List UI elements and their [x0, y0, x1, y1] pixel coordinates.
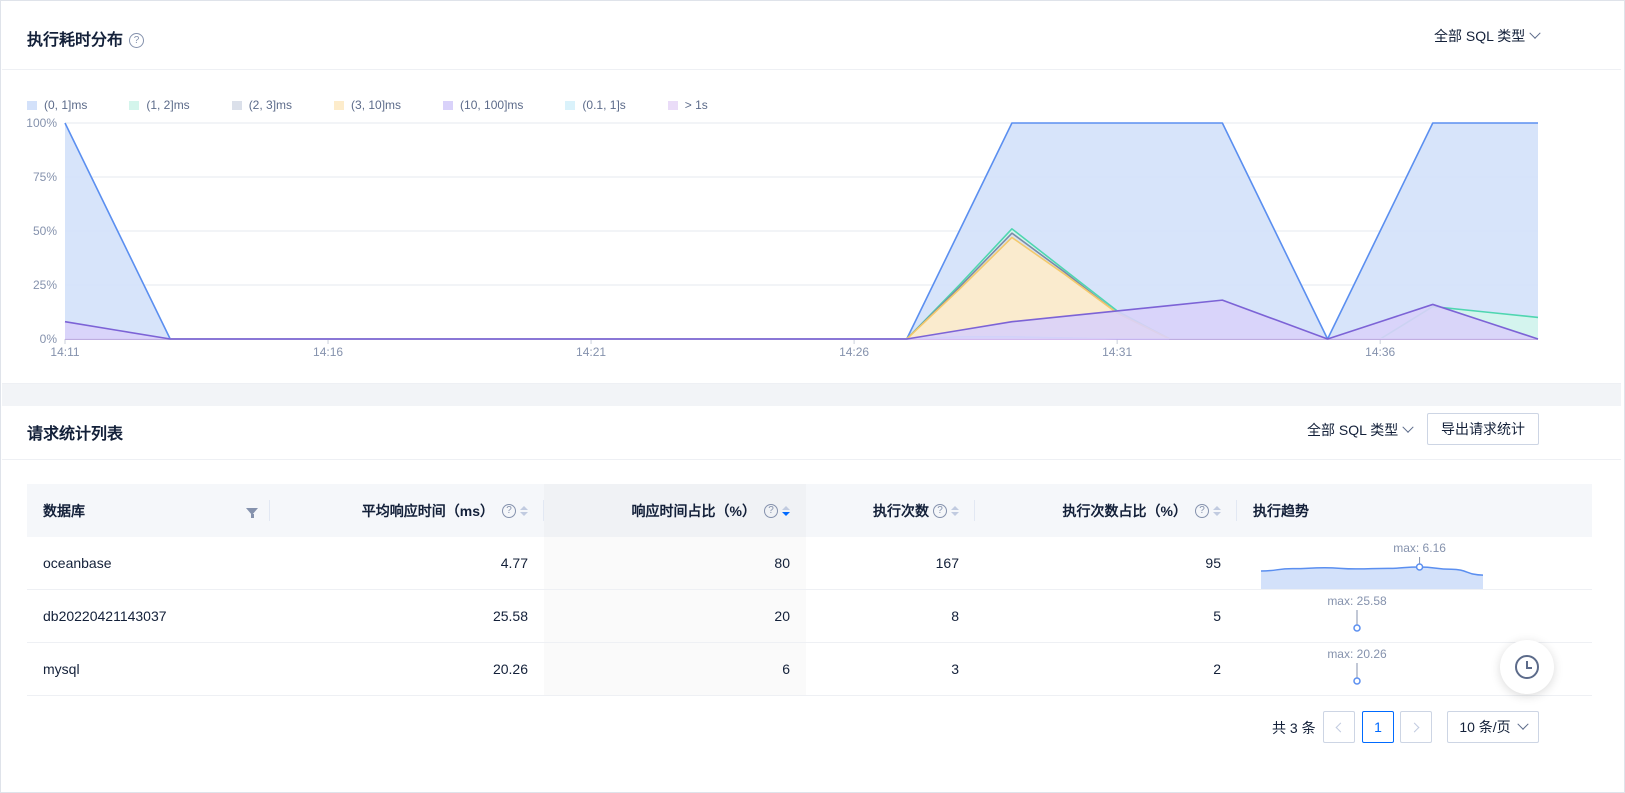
column-header-trend: 执行趋势 [1253, 502, 1309, 519]
sparkline-max-point [1353, 624, 1361, 632]
cell-count: 3 [951, 661, 959, 677]
history-button[interactable] [1500, 640, 1554, 694]
request-stats-panel: 请求统计列表 全部 SQL 类型 导出请求统计 数据库 平均响应时间（ms） ?… [2, 406, 1621, 790]
sparkline-max-point [1415, 563, 1424, 571]
cell-avg: 4.77 [500, 555, 528, 571]
cell-db: mysql [43, 661, 80, 677]
page-size-select[interactable]: 10 条/页 [1447, 711, 1539, 743]
x-tick-label: 14:36 [1365, 345, 1395, 359]
y-tick-label: 0% [40, 332, 58, 346]
cell-trend: max: 25.58 [1237, 590, 1592, 642]
next-page-button[interactable] [1400, 711, 1432, 743]
cell-count-ratio: 95 [1205, 555, 1221, 571]
sparkline-area [1261, 567, 1483, 589]
trend-sparkline: max: 20.26 [1327, 647, 1387, 685]
question-circle-icon[interactable]: ? [502, 503, 516, 518]
table-row[interactable]: mysql 20.26 6 3 2 max: 20.26 [27, 643, 1592, 696]
question-circle-icon[interactable]: ? [933, 503, 947, 518]
cell-avg: 20.26 [492, 661, 528, 677]
page-1-button[interactable]: 1 [1362, 711, 1394, 743]
cell-trend: max: 6.16 [1237, 537, 1592, 589]
table-row[interactable]: oceanbase 4.77 80 167 95 max: 6.16 [27, 537, 1592, 590]
chevron-down-icon [1402, 421, 1414, 433]
x-tick-label: 14:21 [576, 345, 606, 359]
duration-distribution-panel: 执行耗时分布? 全部 SQL 类型 (0, 1]ms (1, 2]ms (2, 3]… [2, 2, 1621, 384]
question-circle-icon[interactable]: ? [764, 503, 778, 518]
x-tick-label: 14:16 [313, 345, 343, 359]
column-header-ratio[interactable]: 响应时间占比（%） ? [544, 484, 806, 537]
trend-sparkline: max: 25.58 [1327, 594, 1387, 632]
cell-db: oceanbase [43, 555, 112, 571]
column-header-count-ratio[interactable]: 执行次数占比（%） ? [975, 484, 1237, 537]
clock-icon [1515, 655, 1539, 679]
prev-page-button[interactable] [1323, 711, 1355, 743]
cell-db: db20220421143037 [43, 608, 167, 624]
chevron-left-icon [1335, 722, 1346, 732]
column-header-count[interactable]: 执行次数 ? [806, 484, 975, 537]
x-tick-label: 14:26 [839, 345, 869, 359]
table-body: oceanbase 4.77 80 167 95 max: 6.16 db202… [27, 537, 1592, 696]
duration-area-chart: 0% 25% 50% 75% 100% 14:11 14:16 14:21 14:26 14:31… [26, 116, 1539, 359]
y-tick-label: 25% [33, 278, 57, 292]
funnel-icon[interactable] [246, 508, 258, 518]
pagination-total: 共 3 条 [1272, 720, 1316, 736]
request-stats-table: 数据库 平均响应时间（ms） ? 响应时间占比（%） ? 执行次数 ? 执行次数… [27, 484, 1592, 696]
x-tick-label: 14:31 [1102, 345, 1132, 359]
sparkline-max-label: max: 20.26 [1327, 647, 1387, 661]
sort-icon[interactable] [520, 505, 528, 516]
cell-count: 167 [935, 555, 959, 571]
cell-count: 8 [951, 608, 959, 624]
cell-ratio: 20 [544, 590, 806, 642]
y-tick-label: 50% [33, 224, 57, 238]
requests-sql-type-dropdown[interactable]: 全部 SQL 类型 [1307, 420, 1414, 440]
sort-icon[interactable] [951, 505, 959, 516]
sparkline-max-point [1353, 677, 1361, 685]
cell-count-ratio: 2 [1213, 661, 1221, 677]
cell-ratio: 80 [544, 537, 806, 589]
chevron-right-icon [1409, 722, 1420, 732]
trend-sparkline: max: 6.16 [1260, 541, 1484, 589]
request-stats-title: 请求统计列表 [27, 426, 124, 443]
table-header: 数据库 平均响应时间（ms） ? 响应时间占比（%） ? 执行次数 ? 执行次数… [27, 484, 1592, 537]
cell-ratio: 6 [544, 643, 806, 695]
request-stats-header: 请求统计列表 全部 SQL 类型 导出请求统计 [2, 406, 1621, 460]
cell-count-ratio: 5 [1213, 608, 1221, 624]
column-header-avg[interactable]: 平均响应时间（ms） ? [270, 484, 544, 537]
table-row[interactable]: db20220421143037 25.58 20 8 5 max: 25.58 [27, 590, 1592, 643]
x-tick-label: 14:11 [50, 345, 79, 359]
y-tick-label: 100% [26, 116, 57, 130]
pagination: 共 3 条 1 10 条/页 [2, 711, 1621, 743]
chevron-down-icon [1517, 718, 1529, 730]
sort-icon[interactable] [1213, 505, 1221, 516]
sort-desc-active-icon[interactable] [782, 505, 790, 516]
panel-divider [2, 384, 1621, 406]
question-circle-icon[interactable]: ? [1195, 503, 1209, 518]
export-request-stats-button[interactable]: 导出请求统计 [1427, 413, 1539, 445]
sparkline-max-label: max: 6.16 [1393, 541, 1446, 555]
y-tick-label: 75% [33, 170, 57, 184]
sparkline-max-label: max: 25.58 [1327, 594, 1387, 608]
cell-avg: 25.58 [492, 608, 528, 624]
column-header-db: 数据库 [27, 484, 270, 537]
